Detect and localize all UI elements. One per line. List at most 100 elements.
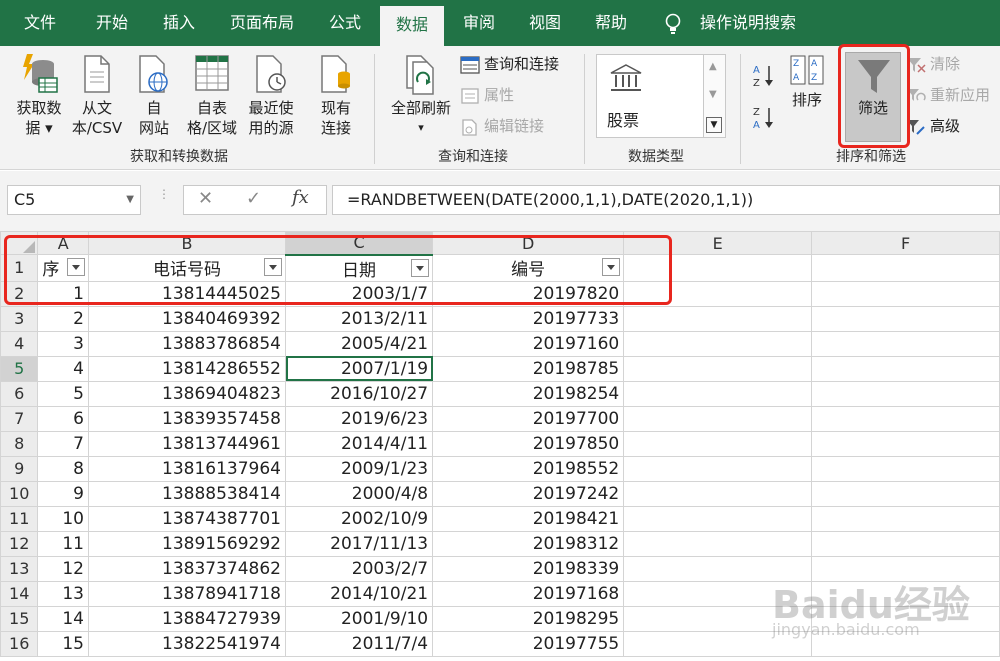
from-web-button[interactable]: 自 网站 [130, 52, 178, 138]
cell[interactable] [811, 530, 1000, 557]
cell-phone[interactable]: 13878941718 [87, 580, 287, 607]
cell-date[interactable]: 2009/1/23 [284, 455, 434, 482]
tab-page-layout[interactable]: 页面布局 [230, 0, 294, 46]
scroll-up-icon[interactable]: ▲ [709, 61, 717, 72]
cell-number[interactable]: 20197242 [432, 480, 625, 507]
recent-sources-button[interactable]: 最近使 用的源 [242, 52, 300, 138]
cell[interactable] [623, 430, 813, 457]
edit-links-button[interactable]: 编辑链接 [460, 114, 544, 138]
cell-phone[interactable]: 13813744961 [87, 430, 287, 457]
cell[interactable] [623, 355, 813, 382]
cell[interactable] [811, 280, 1000, 307]
row-header[interactable]: 4 [0, 330, 39, 357]
cell[interactable] [811, 305, 1000, 332]
reapply-button[interactable]: 重新应用 [906, 83, 990, 107]
cell-number[interactable]: 20197700 [432, 405, 625, 432]
cell-seq[interactable]: 10 [37, 505, 89, 532]
cell-phone[interactable]: 13840469392 [87, 305, 287, 332]
row-header[interactable]: 10 [0, 480, 39, 507]
cell-seq[interactable]: 15 [37, 630, 89, 657]
data-type-gallery[interactable]: 股票 [596, 54, 704, 138]
cell[interactable] [623, 330, 813, 357]
cell-number[interactable]: 20198552 [432, 455, 625, 482]
row-header[interactable]: 11 [0, 505, 39, 532]
from-table-range-button[interactable]: 自表 格/区域 [182, 52, 242, 138]
tab-file[interactable]: 文件 [24, 0, 56, 46]
cell-date[interactable]: 2002/10/9 [284, 505, 434, 532]
column-header-f[interactable]: F [811, 231, 1000, 255]
cell-seq[interactable]: 7 [37, 430, 89, 457]
tab-home[interactable]: 开始 [96, 0, 128, 46]
cell-date[interactable]: 2003/2/7 [284, 555, 434, 582]
cell-seq[interactable]: 4 [37, 355, 89, 382]
cell-number[interactable]: 20198421 [432, 505, 625, 532]
gallery-expand-icon[interactable]: ▼ [706, 117, 722, 133]
cell-seq[interactable]: 13 [37, 580, 89, 607]
cell-phone[interactable]: 13822541974 [87, 630, 287, 657]
cell[interactable] [623, 505, 813, 532]
cell-date[interactable]: 2001/9/10 [284, 605, 434, 632]
row-header[interactable]: 3 [0, 305, 39, 332]
cell-phone[interactable]: 13869404823 [87, 380, 287, 407]
advanced-filter-button[interactable]: 高级 [906, 114, 960, 138]
gallery-scroll[interactable]: ▲ ▼ ▼ [704, 54, 726, 138]
tab-data[interactable]: 数据 [380, 6, 445, 46]
cell-phone[interactable]: 13874387701 [87, 505, 287, 532]
cell[interactable] [623, 530, 813, 557]
row-header[interactable]: 6 [0, 380, 39, 407]
tab-help[interactable]: 帮助 [595, 0, 627, 46]
clear-filter-button[interactable]: 清除 [906, 52, 960, 76]
cell[interactable] [811, 355, 1000, 382]
sort-descending-icon[interactable]: Z A [752, 104, 776, 130]
existing-connections-button[interactable]: 现有 连接 [310, 52, 362, 138]
tab-insert[interactable]: 插入 [163, 0, 195, 46]
cell[interactable] [623, 380, 813, 407]
cell[interactable] [811, 405, 1000, 432]
cell-seq[interactable]: 11 [37, 530, 89, 557]
cell-date[interactable]: 2013/2/11 [284, 305, 434, 332]
refresh-all-button[interactable]: 全部刷新 ▾ [386, 52, 456, 138]
cell[interactable] [623, 480, 813, 507]
cell-phone[interactable]: 13816137964 [87, 455, 287, 482]
cell-date[interactable]: 2017/11/13 [284, 530, 434, 557]
enter-icon[interactable]: ✓ [246, 188, 261, 209]
row-header[interactable]: 15 [0, 605, 39, 632]
cell-phone[interactable]: 13884727939 [87, 605, 287, 632]
row-header[interactable]: 5 [0, 355, 39, 382]
tab-review[interactable]: 审阅 [463, 0, 495, 46]
cell-number[interactable]: 20198295 [432, 605, 625, 632]
cell-seq[interactable]: 3 [37, 330, 89, 357]
cell-phone[interactable]: 13888538414 [87, 480, 287, 507]
cell-number[interactable]: 20198312 [432, 530, 625, 557]
row-header[interactable]: 8 [0, 430, 39, 457]
cell-date[interactable]: 2005/4/21 [284, 330, 434, 357]
row-header[interactable]: 14 [0, 580, 39, 607]
insert-function-icon[interactable]: fx [292, 187, 309, 208]
row-header[interactable]: 13 [0, 555, 39, 582]
cell[interactable] [623, 305, 813, 332]
queries-connections-button[interactable]: 查询和连接 [460, 52, 559, 76]
cell-date[interactable]: 2011/7/4 [284, 630, 434, 657]
sort-button[interactable]: Z A A Z 排序 [784, 52, 830, 110]
cell[interactable] [623, 405, 813, 432]
formula-input[interactable]: =RANDBETWEEN(DATE(2000,1,1),DATE(2020,1,… [332, 185, 1000, 215]
cell-phone[interactable]: 13814286552 [87, 355, 287, 382]
tab-formulas[interactable]: 公式 [329, 0, 361, 46]
tab-view[interactable]: 视图 [529, 0, 561, 46]
row-header[interactable]: 7 [0, 405, 39, 432]
cell-number[interactable]: 20198254 [432, 380, 625, 407]
row-header[interactable]: 12 [0, 530, 39, 557]
properties-button[interactable]: 属性 [460, 83, 514, 107]
cell-number[interactable]: 20197168 [432, 580, 625, 607]
tell-me-search[interactable]: 操作说明搜索 [700, 0, 796, 46]
cancel-icon[interactable]: ✕ [198, 188, 213, 209]
row-header[interactable]: 9 [0, 455, 39, 482]
row-header[interactable]: 16 [0, 630, 39, 657]
cell-seq[interactable]: 12 [37, 555, 89, 582]
cell-seq[interactable]: 14 [37, 605, 89, 632]
name-box-dropdown-icon[interactable]: ▼ [126, 186, 134, 214]
cell-date[interactable]: 2007/1/19 [284, 355, 434, 382]
cell[interactable] [811, 254, 1000, 282]
cell-seq[interactable]: 6 [37, 405, 89, 432]
cell-date[interactable]: 2000/4/8 [284, 480, 434, 507]
